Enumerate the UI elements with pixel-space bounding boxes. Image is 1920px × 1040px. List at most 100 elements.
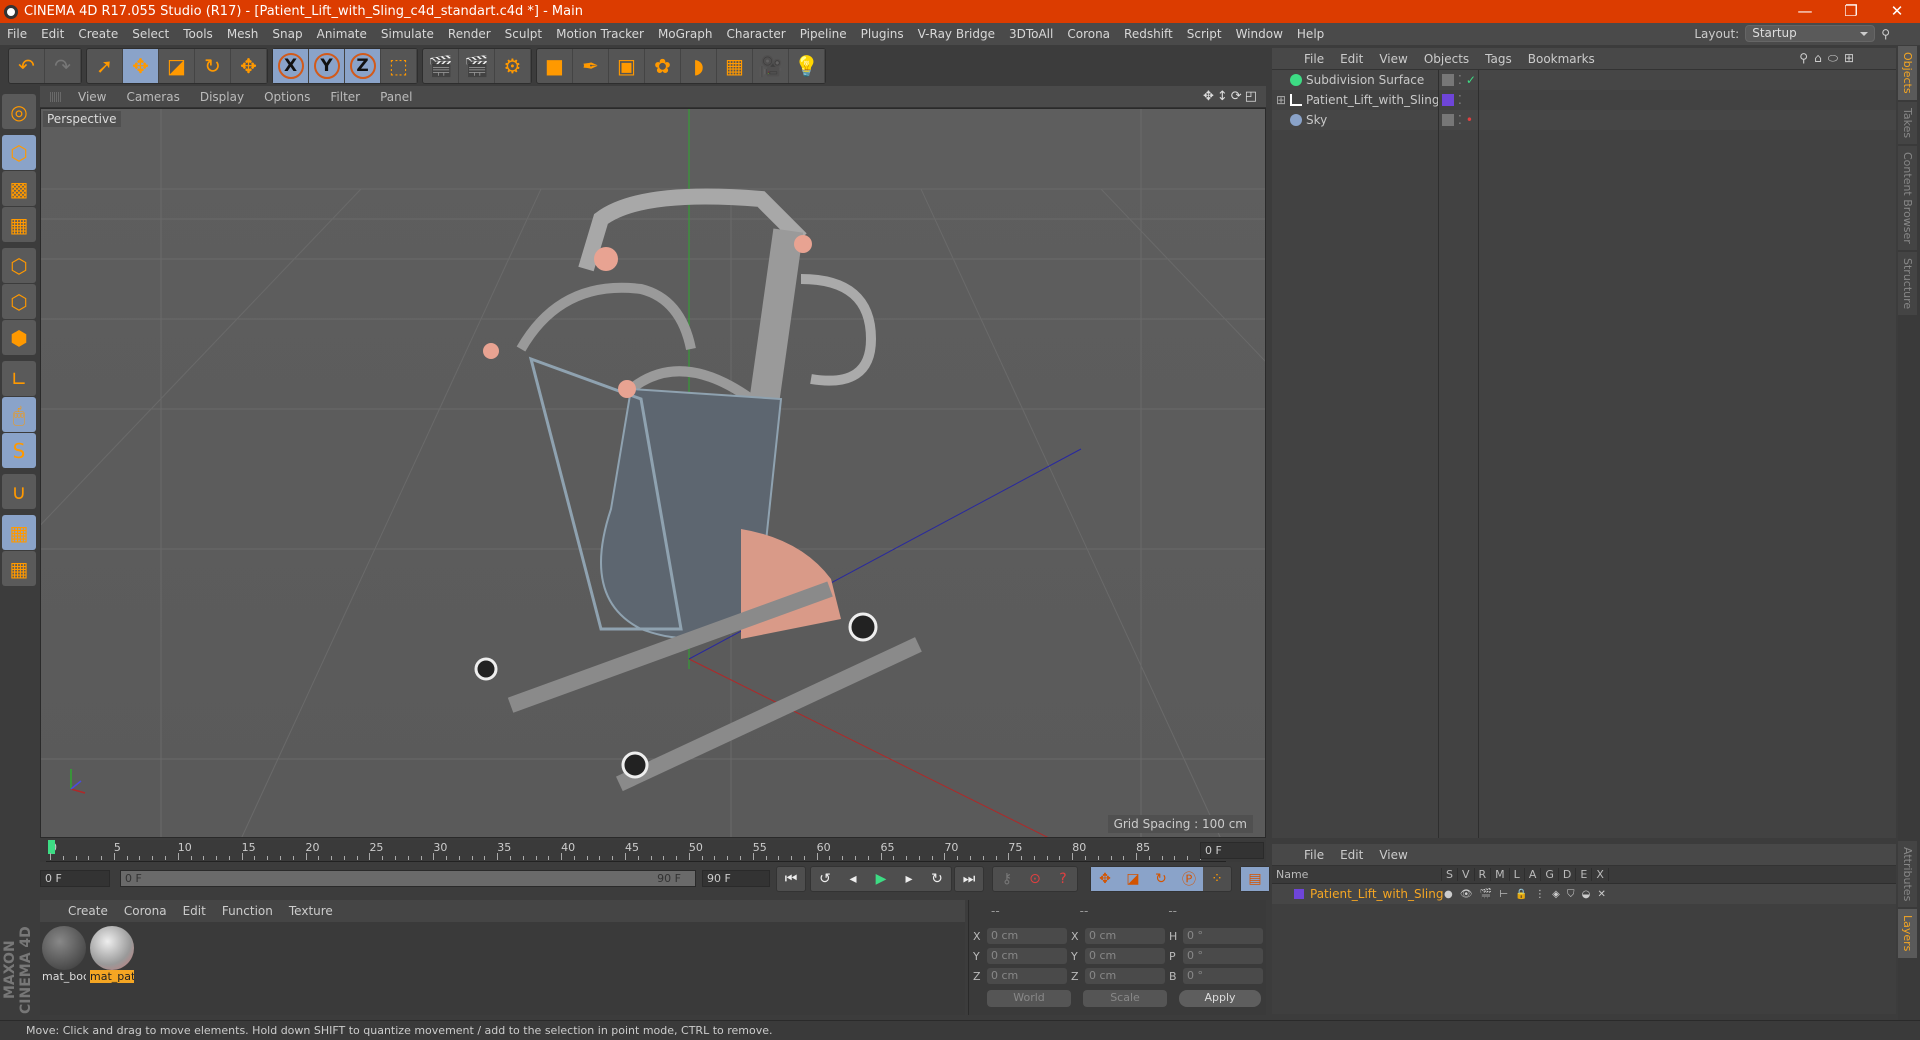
layout-dropdown[interactable]: Startup (1745, 25, 1876, 42)
move-view-icon[interactable]: ✥ (1203, 89, 1217, 104)
menu-corona[interactable]: Corona (1060, 27, 1117, 41)
menu-mograph[interactable]: MoGraph (651, 27, 720, 41)
layer-column-l[interactable]: L (1510, 868, 1525, 881)
coordinate-field[interactable]: 0 cm (987, 948, 1067, 964)
3d-viewport[interactable]: Perspective Grid Spacing : 100 cm (40, 108, 1266, 838)
layer-column-r[interactable]: R (1475, 868, 1492, 881)
coordinate-field[interactable]: 0 cm (1085, 928, 1165, 944)
material-menu-edit[interactable]: Edit (175, 904, 214, 918)
restore-button[interactable]: ❐ (1828, 0, 1874, 23)
deformer-bend-button[interactable]: ◗ (681, 49, 717, 83)
viewport-menu-view[interactable]: View (68, 90, 116, 104)
cloner-button[interactable]: ✿ (645, 49, 681, 83)
layer-column-g[interactable]: G (1541, 868, 1559, 881)
layer-name[interactable]: Patient_Lift_with_Sling (1310, 887, 1444, 901)
x-axis-button[interactable]: X (273, 49, 309, 83)
keyframe-selection-button[interactable]: ? (1049, 867, 1077, 891)
object-row[interactable]: Sky ⁚ • (1272, 110, 1896, 130)
position-key-button[interactable]: ✥ (1091, 867, 1119, 891)
layer-row[interactable]: Patient_Lift_with_Sling ● 👁 🎬 ⊢ 🔒 ⋮ ◈ ⛉ ◒… (1272, 884, 1896, 904)
tweak-mode-button[interactable]: 🖱 (2, 397, 36, 432)
redo-button[interactable]: ↷ (45, 49, 81, 83)
polygons-mode-button[interactable]: ⬢ (2, 320, 36, 355)
coordinate-field[interactable]: 0 cm (1085, 968, 1165, 984)
viewport-menu-display[interactable]: Display (190, 90, 254, 104)
menu-mesh[interactable]: Mesh (220, 27, 266, 41)
z-axis-button[interactable]: Z (345, 49, 381, 83)
toggle-icon[interactable]: ⬭ (1828, 51, 1844, 65)
make-editable-button[interactable]: ◎ (2, 94, 36, 129)
snap-magnet-button[interactable]: ∪ (2, 474, 36, 509)
edges-mode-button[interactable]: ⬡ (2, 284, 36, 319)
next-key-button[interactable]: ↻ (923, 867, 951, 891)
home-icon[interactable]: ⌂ (1814, 51, 1828, 65)
visibility-dots-icon[interactable]: ⁚ (1458, 113, 1462, 127)
menu-help[interactable]: Help (1290, 27, 1331, 41)
menu-snap[interactable]: Snap (265, 27, 309, 41)
timeline-ruler[interactable]: 051015202530354045505560657075808590 0 F (40, 840, 1266, 862)
viewport-menu-filter[interactable]: Filter (320, 90, 370, 104)
menu-redshift[interactable]: Redshift (1117, 27, 1180, 41)
model-mode-button[interactable]: ⬡ (2, 135, 36, 170)
workplane-mode-button[interactable]: ▦ (2, 207, 36, 242)
texture-mode-button[interactable]: ▩ (2, 171, 36, 206)
render-picture-viewer-button[interactable]: 🎬 (459, 49, 495, 83)
layer-color-icon[interactable] (1294, 889, 1304, 899)
menu-script[interactable]: Script (1180, 27, 1229, 41)
layer-tag-icon[interactable] (1442, 94, 1454, 106)
enabled-check-icon[interactable]: ✓ (1466, 73, 1476, 87)
light-button[interactable]: 💡 (789, 49, 825, 83)
parameter-key-button[interactable]: Ⓟ (1175, 867, 1203, 891)
object-menu-tags[interactable]: Tags (1477, 52, 1520, 66)
go-to-start-button[interactable]: ⏮ (777, 867, 805, 891)
object-menu-edit[interactable]: Edit (1332, 52, 1371, 66)
menu-animate[interactable]: Animate (310, 27, 374, 41)
layer-column-a[interactable]: A (1525, 868, 1542, 881)
camera-button[interactable]: 🎥 (753, 49, 789, 83)
workplane-lock-button[interactable]: ▦ (2, 515, 36, 550)
next-frame-button[interactable]: ▸ (895, 867, 923, 891)
transform-mode-dropdown[interactable]: Scale (1083, 990, 1167, 1007)
viewport-menu-cameras[interactable]: Cameras (116, 90, 189, 104)
menu-v-ray-bridge[interactable]: V-Ray Bridge (911, 27, 1002, 41)
menu-window[interactable]: Window (1229, 27, 1290, 41)
menu-create[interactable]: Create (71, 27, 125, 41)
object-row[interactable]: ⊞ Patient_Lift_with_Sling ⁚ (1272, 90, 1896, 110)
viewport-menu-options[interactable]: Options (254, 90, 320, 104)
go-to-end-button[interactable]: ⏭ (955, 867, 983, 891)
floor-button[interactable]: ▦ (717, 49, 753, 83)
undo-button[interactable]: ↶ (9, 49, 45, 83)
coordinate-field[interactable]: 0 ° (1183, 948, 1263, 964)
points-mode-button[interactable]: ⬡ (2, 248, 36, 283)
solo-button[interactable]: S (2, 433, 36, 468)
menu-file[interactable]: File (0, 27, 34, 41)
layer-column-x[interactable]: X (1592, 868, 1609, 881)
material-menu-create[interactable]: Create (60, 904, 116, 918)
current-frame-field[interactable]: 0 F (1200, 842, 1264, 859)
y-axis-button[interactable]: Y (309, 49, 345, 83)
play-forward-button[interactable]: ▶ (867, 867, 895, 891)
timeline-icon[interactable]: ▤ (1241, 867, 1269, 891)
preview-range-slider[interactable]: 0 F 90 F (120, 870, 696, 887)
tab-content-browser[interactable]: Content Browser (1898, 145, 1917, 250)
move-alt-button[interactable]: ✥ (231, 49, 267, 83)
layer-tag-icon[interactable] (1442, 114, 1454, 126)
material-menu-texture[interactable]: Texture (281, 904, 341, 918)
tab-attributes[interactable]: Attributes (1898, 841, 1917, 908)
scale-key-button[interactable]: ◪ (1119, 867, 1147, 891)
coordinate-field[interactable]: 0 ° (1183, 968, 1263, 984)
tab-layers[interactable]: Layers (1898, 909, 1917, 958)
pen-spline-button[interactable]: ✒ (573, 49, 609, 83)
object-menu-view[interactable]: View (1371, 52, 1415, 66)
render-disabled-dot-icon[interactable]: • (1466, 113, 1473, 127)
autokey-icon[interactable]: ⚷ (993, 867, 1021, 891)
enable-axis-button[interactable]: ∟ (2, 361, 36, 396)
coordinate-field[interactable]: 0 cm (987, 928, 1067, 944)
menu-edit[interactable]: Edit (34, 27, 71, 41)
cube-button[interactable]: ■ (537, 49, 573, 83)
rotation-key-button[interactable]: ↻ (1147, 867, 1175, 891)
menu-character[interactable]: Character (719, 27, 792, 41)
menu-pipeline[interactable]: Pipeline (793, 27, 854, 41)
layer-column-s[interactable]: S (1442, 868, 1458, 881)
object-menu-file[interactable]: File (1296, 52, 1332, 66)
